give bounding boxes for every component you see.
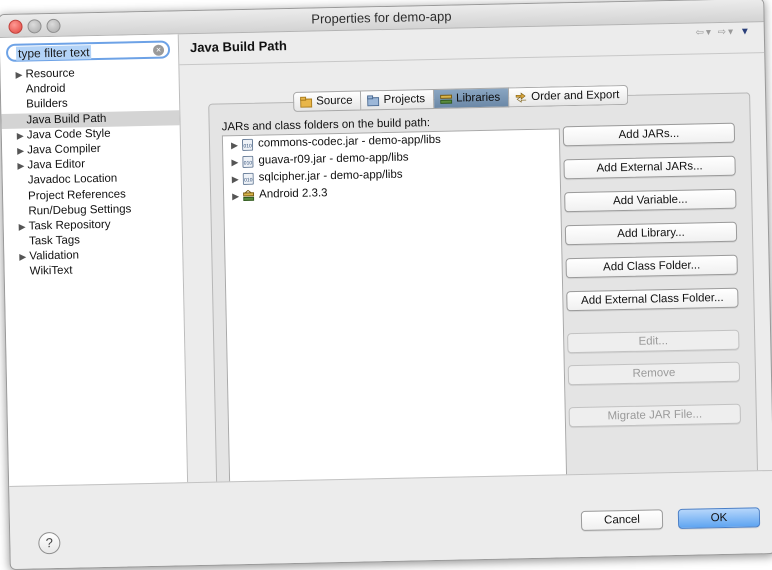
- jar-icon: 010: [242, 155, 254, 168]
- order-export-icon: [515, 91, 527, 103]
- clear-filter-icon[interactable]: ×: [152, 44, 165, 56]
- back-arrow-icon[interactable]: ⇦▾: [695, 27, 713, 38]
- tab-source[interactable]: Source: [292, 90, 362, 112]
- expand-triangle-icon[interactable]: ▶: [17, 144, 24, 159]
- preferences-tree: ▶ Resource Android Builders Java Build Path ▶…: [0, 64, 182, 280]
- expand-triangle-icon[interactable]: ▶: [17, 159, 24, 174]
- android-library-icon: [243, 189, 255, 202]
- tab-label: Projects: [383, 93, 426, 107]
- forward-arrow-icon[interactable]: ⇨▾: [718, 27, 736, 38]
- add-external-class-folder-button[interactable]: Add External Class Folder...: [566, 287, 739, 312]
- add-external-jars-button[interactable]: Add External JARs...: [563, 155, 736, 180]
- tab-label: Libraries: [455, 91, 501, 105]
- tree-item-label: Java Compiler: [26, 142, 101, 157]
- expand-triangle-icon[interactable]: ▶: [19, 219, 26, 234]
- screen: Properties for demo-app type filter text…: [0, 0, 772, 570]
- page-navigation: ⇦▾ ⇨▾ ▼: [695, 26, 751, 38]
- tree-item-label: WikiText: [29, 265, 73, 278]
- expand-triangle-icon[interactable]: ▶: [231, 154, 238, 171]
- libraries-list[interactable]: ▶ 010 commons-codec.jar - demo-app/libs ▶ 01…: [221, 128, 568, 490]
- edit-button[interactable]: Edit...: [567, 329, 740, 354]
- libraries-icon: [440, 93, 453, 104]
- page-content: Java Build Path ⇦▾ ⇨▾ ▼ Source Projects Li…: [179, 22, 772, 492]
- tree-item-label: Task Repository: [28, 218, 111, 233]
- add-jars-button[interactable]: Add JARs...: [562, 122, 736, 147]
- dialog-footer: ? Cancel OK: [9, 469, 772, 570]
- expand-triangle-icon[interactable]: ▶: [232, 171, 239, 188]
- properties-dialog: Properties for demo-app type filter text…: [0, 0, 772, 570]
- tab-label: Source: [316, 94, 353, 108]
- tree-item-label: Android: [25, 82, 66, 96]
- tab-order-and-export[interactable]: Order and Export: [509, 84, 629, 108]
- library-item-label: Android 2.3.3: [258, 187, 328, 201]
- tree-item-label: Java Code Style: [26, 127, 111, 142]
- jar-icon: 010: [242, 172, 254, 185]
- tree-item-label: Java Editor: [27, 158, 86, 172]
- preferences-sidebar: type filter text × ▶ Resource Android Build…: [0, 34, 189, 486]
- svg-text:010: 010: [244, 177, 253, 183]
- add-class-folder-button[interactable]: Add Class Folder...: [565, 254, 738, 279]
- tab-libraries[interactable]: Libraries: [433, 87, 510, 109]
- tree-item-label: Task Tags: [28, 234, 81, 248]
- tree-item-label: Javadoc Location: [27, 172, 118, 187]
- expand-triangle-icon[interactable]: ▶: [19, 250, 26, 265]
- header-divider: [179, 52, 765, 66]
- filter-input-text: type filter text: [15, 45, 92, 61]
- source-folder-icon: [300, 96, 313, 108]
- ok-button[interactable]: OK: [677, 507, 761, 529]
- add-library-button[interactable]: Add Library...: [564, 221, 738, 246]
- cancel-button[interactable]: Cancel: [580, 509, 664, 531]
- view-menu-icon[interactable]: ▼: [740, 26, 752, 37]
- expand-triangle-icon[interactable]: ▶: [17, 128, 24, 143]
- tab-label: Order and Export: [531, 89, 620, 103]
- projects-icon: [367, 94, 380, 107]
- tree-item-label: Resource: [25, 67, 75, 81]
- filter-input[interactable]: type filter text ×: [5, 40, 171, 62]
- expand-triangle-icon[interactable]: ▶: [231, 137, 238, 154]
- help-icon[interactable]: ?: [38, 531, 61, 555]
- tree-item-label: Java Build Path: [26, 112, 107, 127]
- tree-item-label: Validation: [29, 249, 80, 263]
- migrate-jar-button[interactable]: Migrate JAR File...: [568, 403, 742, 428]
- tab-projects[interactable]: Projects: [361, 88, 435, 111]
- expand-triangle-icon[interactable]: ▶: [232, 188, 239, 205]
- svg-text:010: 010: [244, 160, 253, 166]
- expand-triangle-icon[interactable]: ▶: [15, 68, 22, 83]
- remove-button[interactable]: Remove: [567, 361, 741, 386]
- tree-item-wikitext[interactable]: WikiText: [5, 262, 183, 281]
- add-variable-button[interactable]: Add Variable...: [564, 188, 737, 213]
- jar-icon: 010: [241, 138, 254, 151]
- svg-text:010: 010: [243, 143, 252, 149]
- page-title: Java Build Path: [189, 38, 287, 56]
- tree-item-label: Builders: [26, 98, 68, 111]
